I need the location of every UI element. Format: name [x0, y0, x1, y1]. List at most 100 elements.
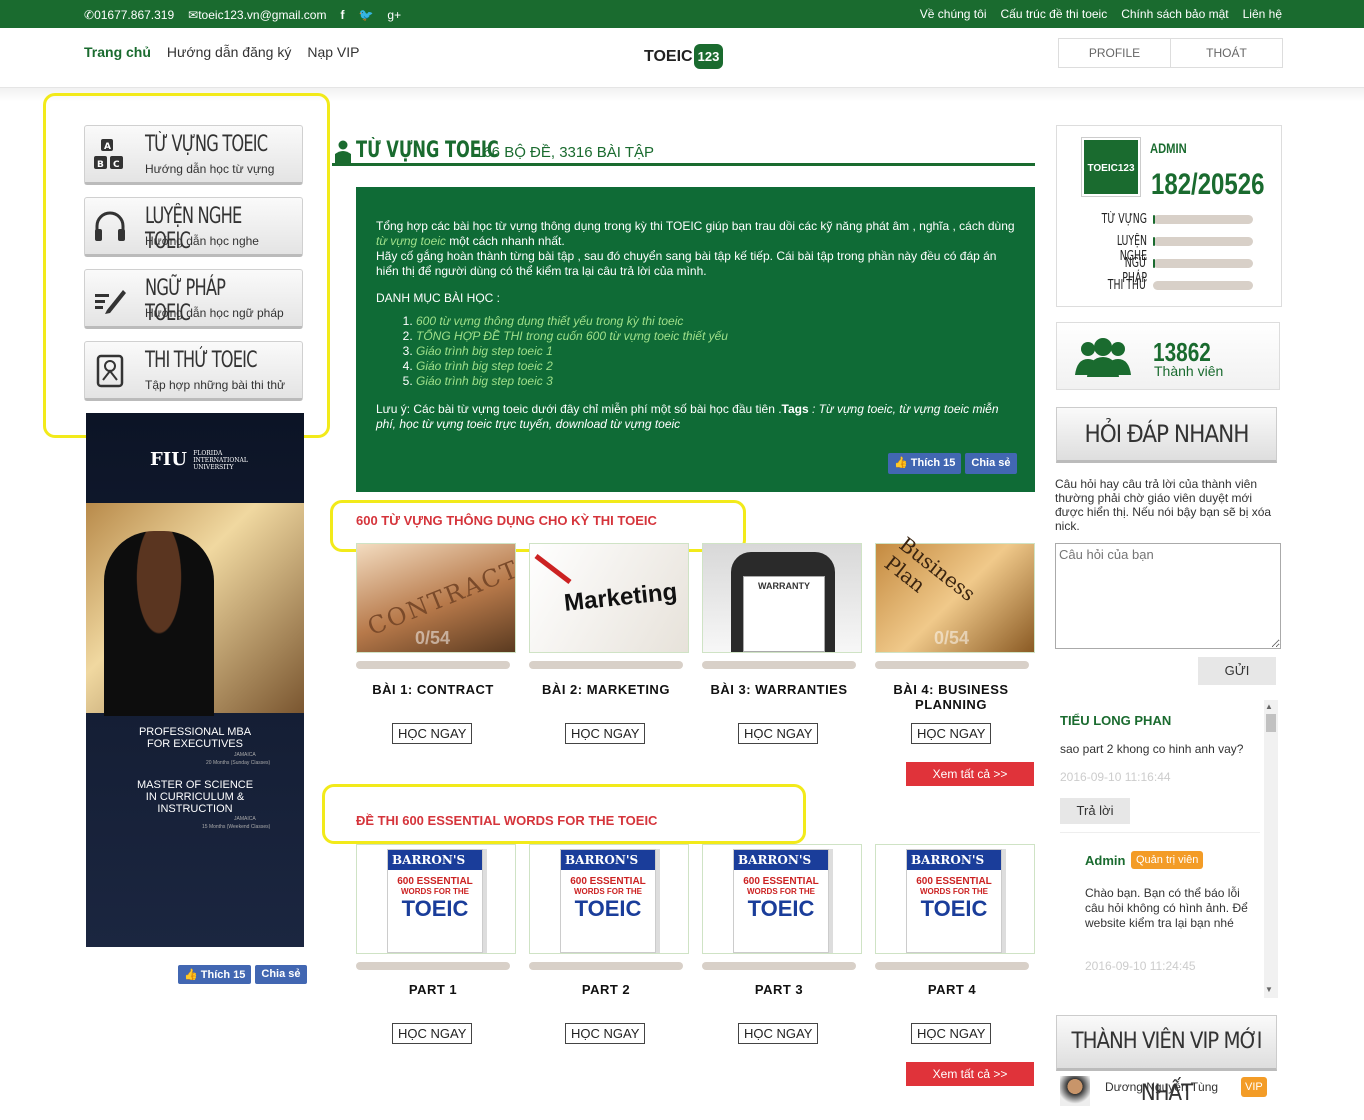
part-1-title[interactable]: PART 1: [348, 982, 518, 997]
skill-vocab-label: TỪ VỰNG: [1101, 212, 1147, 227]
lesson-card-3-image[interactable]: WARRANTY: [702, 543, 862, 653]
lesson-card-4-image[interactable]: Business Plan 0/54: [875, 532, 1035, 653]
part-1-progress-bar: [356, 962, 510, 970]
qa-scrollbar[interactable]: ▲ ▼: [1264, 700, 1278, 998]
lesson-1-study-button[interactable]: HỌC NGAY: [392, 723, 473, 744]
note-text: Lưu ý: Các bài từ vựng toeic dưới đây ch…: [376, 402, 999, 431]
lesson-2-title[interactable]: BÀI 2: MARKETING: [521, 682, 691, 697]
lesson-3-title[interactable]: BÀI 3: WARRANTIES: [694, 682, 864, 697]
section1-view-all-button[interactable]: Xem tất cả >>: [906, 762, 1034, 786]
qa-answer-time: 2016-09-10 11:24:45: [1085, 959, 1196, 973]
qa-reply-button[interactable]: Trả lời: [1060, 798, 1130, 824]
email-info[interactable]: ✉toeic123.vn@gmail.com: [188, 8, 326, 22]
qa-question-user[interactable]: TIỂU LONG PHAN: [1060, 713, 1171, 728]
qa-title-button[interactable]: HỎI ĐÁP NHANH: [1056, 407, 1277, 463]
category-link-2[interactable]: TỔNG HỢP ĐỀ THI trong cuốn 600 từ vựng t…: [416, 329, 728, 343]
part-card-1-image[interactable]: BARRON'S 600 ESSENTIAL WORDS FOR THE TOEIC: [356, 844, 516, 954]
lesson-2-study-button[interactable]: HỌC NGAY: [565, 723, 646, 744]
like-button[interactable]: 👍 Thích 15: [178, 965, 252, 984]
account-box: PROFILE THOÁT: [1058, 38, 1283, 68]
nav-home[interactable]: Trang chủ: [84, 44, 151, 60]
lesson-1-title[interactable]: BÀI 1: CONTRACT: [348, 682, 518, 697]
vip-user-name[interactable]: Dương Nguyễn Tùng: [1105, 1080, 1218, 1094]
vip-title-button[interactable]: THÀNH VIÊN VIP MỚI NHẤT: [1056, 1015, 1277, 1106]
qa-question-input[interactable]: [1055, 543, 1281, 649]
category-link-4[interactable]: Giáo trình big step toeic 2: [416, 359, 553, 373]
top-link-contact[interactable]: Liên hệ: [1243, 7, 1282, 21]
logout-button[interactable]: THOÁT: [1170, 39, 1282, 67]
section1-title: 600 TỪ VỰNG THÔNG DỤNG CHO KỲ THI TOEIC: [356, 513, 657, 528]
lesson-4-title[interactable]: BÀI 4: BUSINESS PLANNING: [876, 682, 1026, 712]
sidebar-vocab-title: TỪ VỰNG TOEIC: [145, 132, 268, 157]
lesson-3-study-button[interactable]: HỌC NGAY: [738, 723, 819, 744]
part-4-study-button[interactable]: HỌC NGAY: [911, 1023, 992, 1044]
site-logo[interactable]: TOEIC 123: [644, 44, 724, 69]
vocab-link[interactable]: từ vựng toeic: [376, 234, 446, 248]
skill-test-label: THI THỬ: [1107, 278, 1147, 293]
scroll-up-icon[interactable]: ▲: [1265, 702, 1273, 711]
barrons-book-cover: BARRON'S 600 ESSENTIAL WORDS FOR THE TOEIC: [387, 849, 483, 953]
abc-icon: ABC: [93, 138, 127, 172]
sidebar-social: 👍 Thích 15 Chia sẻ: [178, 965, 307, 984]
ad-mba-duration: 20 Months (Sunday Classes): [206, 760, 271, 766]
lesson-card-2-image[interactable]: Marketing: [529, 543, 689, 653]
ad-master-duration: 15 Months (Weekend Classes): [202, 824, 271, 830]
vip-user-avatar[interactable]: [1060, 1076, 1090, 1106]
sidebar-vocab-button[interactable]: ABC TỪ VỰNG TOEIC Hướng dẫn học từ vựng: [84, 125, 303, 185]
intro-share-button[interactable]: Chia sẻ: [965, 453, 1017, 474]
section2-title: ĐỀ THI 600 ESSENTIAL WORDS FOR THE TOEIC: [356, 813, 658, 828]
sidebar-listening-button[interactable]: LUYỆN NGHE TOEIC Hướng dẫn học nghe: [84, 197, 303, 257]
nav-vip[interactable]: Nạp VIP: [307, 44, 359, 60]
profile-button[interactable]: PROFILE: [1059, 39, 1170, 67]
category-link-3[interactable]: Giáo trình big step toeic 1: [416, 344, 553, 358]
category-link-5[interactable]: Giáo trình big step toeic 3: [416, 374, 553, 388]
facebook-icon[interactable]: f: [340, 8, 344, 22]
part-card-3-image[interactable]: BARRON'S 600 ESSENTIAL WORDS FOR THE TOEIC: [702, 844, 862, 954]
top-link-about[interactable]: Về chúng tôi: [920, 7, 987, 21]
part-2-title[interactable]: PART 2: [521, 982, 691, 997]
members-label: Thành viên: [1154, 363, 1224, 379]
ad-line-master: MASTER OF SCIENCE: [136, 779, 254, 791]
google-plus-icon[interactable]: g+: [387, 8, 401, 22]
part-1-study-button[interactable]: HỌC NGAY: [392, 1023, 473, 1044]
share-button[interactable]: Chia sẻ: [255, 965, 307, 984]
top-link-privacy[interactable]: Chính sách bảo mật: [1121, 7, 1228, 21]
page-count: 166 BỘ ĐỀ, 3316 BÀI TẬP: [475, 144, 654, 161]
qa-answer-user[interactable]: Admin: [1085, 853, 1125, 868]
members-card: 13862 Thành viên: [1056, 322, 1280, 390]
profile-card: TOEIC123 ADMIN 182/20526 TỪ VỰNG LUYỆN N…: [1056, 125, 1282, 307]
section2-view-all-button[interactable]: Xem tất cả >>: [906, 1062, 1034, 1086]
qa-send-button[interactable]: GỬI: [1198, 657, 1276, 685]
scroll-down-icon[interactable]: ▼: [1265, 985, 1273, 994]
twitter-icon[interactable]: 🐦: [358, 8, 373, 22]
lesson-card-1-image[interactable]: CONTRACT 0/54: [356, 543, 523, 653]
part-card-2-image[interactable]: BARRON'S 600 ESSENTIAL WORDS FOR THE TOEIC: [529, 844, 689, 954]
sidebar-test-button[interactable]: THI THỬ TOEIC Tập hợp những bài thi thử: [84, 341, 303, 401]
logo-text: TOEIC: [644, 47, 693, 65]
skill-grammar-bar: [1153, 259, 1253, 268]
sidebar-grammar-button[interactable]: NGỮ PHÁP TOEIC Hướng dẫn học ngữ pháp: [84, 269, 303, 329]
qa-question-text: sao part 2 khong co hinh anh vay?: [1060, 742, 1244, 756]
qa-scrollbar-thumb[interactable]: [1266, 714, 1276, 732]
part-4-title[interactable]: PART 4: [867, 982, 1037, 997]
top-bar: ✆01677.867.319 ✉toeic123.vn@gmail.com f …: [0, 0, 1364, 28]
part-2-study-button[interactable]: HỌC NGAY: [565, 1023, 646, 1044]
part-3-study-button[interactable]: HỌC NGAY: [738, 1023, 819, 1044]
pen-icon: [534, 554, 572, 584]
part-3-title[interactable]: PART 3: [694, 982, 864, 997]
skill-vocab-bar: [1153, 215, 1253, 224]
qa-thread-list[interactable]: TIỂU LONG PHAN sao part 2 khong co hinh …: [1056, 700, 1280, 998]
intro-like-button[interactable]: 👍 Thích 15: [888, 453, 962, 474]
part-card-4-image[interactable]: BARRON'S 600 ESSENTIAL WORDS FOR THE TOEIC: [875, 844, 1035, 954]
profile-username[interactable]: ADMIN: [1150, 140, 1187, 156]
top-link-exam-structure[interactable]: Cấu trúc đề thi toeic: [1000, 7, 1107, 21]
nav-register-guide[interactable]: Hướng dẫn đăng ký: [167, 44, 291, 60]
ad-mba-location: JAMAICA: [234, 752, 256, 758]
fiu-advertisement[interactable]: FIU FLORIDA INTERNATIONAL UNIVERSITY PRO…: [86, 413, 304, 947]
barrons-book-cover: BARRON'S 600 ESSENTIAL WORDS FOR THE TOEIC: [733, 849, 829, 953]
category-link-1[interactable]: 600 từ vựng thông dụng thiết yếu trong k…: [416, 314, 683, 328]
lesson-4-study-button[interactable]: HỌC NGAY: [911, 723, 992, 744]
learner-icon: [335, 140, 351, 165]
profile-avatar: TOEIC123: [1082, 138, 1140, 196]
email-address[interactable]: toeic123.vn@gmail.com: [198, 8, 326, 22]
